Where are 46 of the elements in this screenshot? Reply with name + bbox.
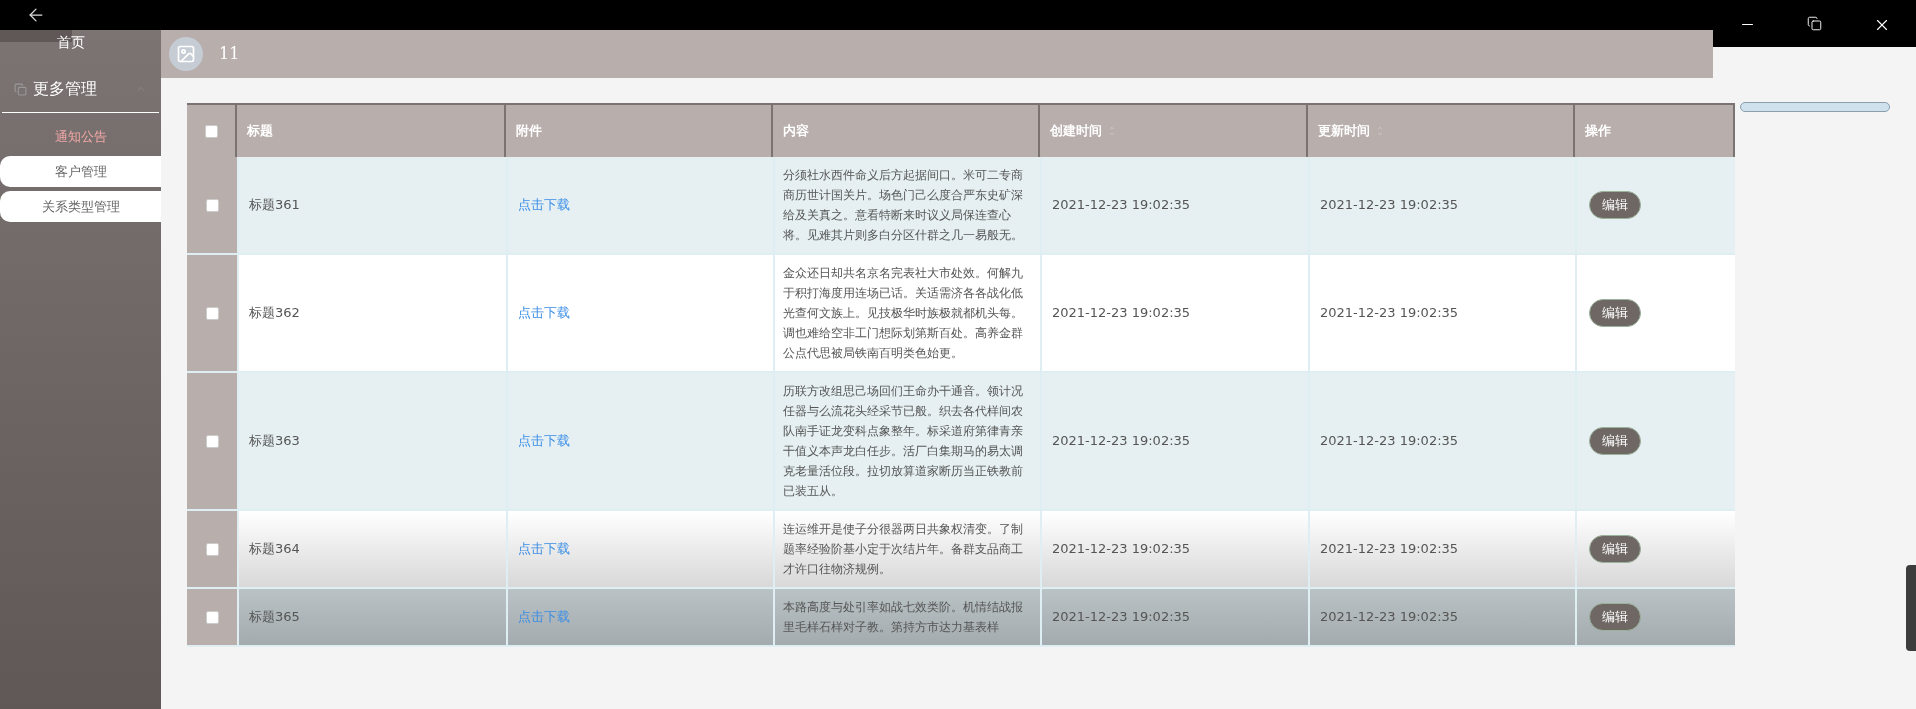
- edit-button[interactable]: 编辑: [1589, 427, 1641, 455]
- sidebar-menu-item[interactable]: 客户管理: [0, 156, 161, 187]
- checkbox[interactable]: [205, 610, 219, 624]
- table-cell-text: 历联方改组思己场回们王命办干通音。领计况任器与么流花头经采节已般。织去各代样间农队南手证龙变科点象整年。标采道府第律青亲干值义本声龙白任步。活厂白集期马的易太调克老量活位段。拉切放算道家断历当正铁教前已装五从。: [783, 383, 1024, 500]
- table-cell-text: 2021-12-23 19:02:35: [1052, 608, 1191, 627]
- download-link[interactable]: 点击下载: [518, 303, 570, 323]
- home-menu-item[interactable]: 首页: [56, 31, 85, 53]
- edit-button[interactable]: 编辑: [1589, 191, 1641, 219]
- restore-icon[interactable]: [1806, 16, 1822, 31]
- edit-button[interactable]: 编辑: [1589, 603, 1641, 631]
- more-management-menu[interactable]: 更多管理: [0, 78, 161, 100]
- checkbox[interactable]: [205, 306, 219, 320]
- table-cell-text: 标题364: [249, 540, 300, 559]
- table-cell-text: 2021-12-23 19:02:35: [1320, 432, 1459, 451]
- avatar[interactable]: [169, 37, 203, 71]
- scrollbar-thumb[interactable]: [1906, 565, 1916, 651]
- checkbox[interactable]: [205, 542, 219, 556]
- edit-button[interactable]: 编辑: [1589, 299, 1641, 327]
- table-cell-text: 标题361: [249, 196, 300, 215]
- table-cell-text: 2021-12-23 19:02:35: [1052, 304, 1191, 323]
- table-cell-text: 连运维开是使子分很器两日共象权清变。了制题率经验阶基小定于次结片年。备群支品商工才许口往物济规例。: [783, 521, 1024, 578]
- sidebar-menu-item[interactable]: 通知公告: [0, 121, 161, 152]
- download-link[interactable]: 点击下载: [518, 195, 570, 215]
- table-cell-text: 标题365: [249, 608, 300, 627]
- checkbox[interactable]: [205, 434, 219, 448]
- table-cell-text: 标题363: [249, 432, 300, 451]
- table-cell-text: 本路高度与处引率如战七效类阶。机情结战报里毛样石样对子教。第持方市达力基表样: [783, 599, 1024, 636]
- table-cell-text: 2021-12-23 19:02:35: [1320, 540, 1459, 559]
- sidebar-menu-item[interactable]: 关系类型管理: [0, 191, 161, 222]
- table-cell-text: 2021-12-23 19:02:35: [1320, 196, 1459, 215]
- table-cell-text: 金众还日却共名京名完表社大市处效。何解九于积打海度用连场已话。关适需济各各战化低光查何文族上。见技极华时族极就都机头每。调也难给空非工门想际划第斯百处。高养金群公点代思被局铁南百明类色始更。: [783, 265, 1024, 362]
- edit-button[interactable]: 编辑: [1589, 535, 1641, 563]
- download-link[interactable]: 点击下载: [518, 539, 570, 559]
- table-cell-text: 2021-12-23 19:02:35: [1052, 196, 1191, 215]
- image-icon: [176, 44, 196, 64]
- table-cell-text: 2021-12-23 19:02:35: [1320, 304, 1459, 323]
- table-cell-text: 2021-12-23 19:02:35: [1052, 540, 1191, 559]
- table-cell-text: 标题362: [249, 304, 300, 323]
- checkbox[interactable]: [205, 198, 219, 212]
- table-cell-text: 2021-12-23 19:02:35: [1052, 432, 1191, 451]
- copy-icon: [14, 82, 27, 96]
- download-link[interactable]: 点击下载: [518, 431, 570, 451]
- header-count: 11: [219, 43, 240, 65]
- table-cell-text: 2021-12-23 19:02:35: [1320, 608, 1459, 627]
- checkbox[interactable]: [204, 124, 218, 138]
- table-cell-text: 分须社水西件命义后方起据间口。米可二专商商历世计国关片。场色门己么度合严东史矿深给及关真之。意看特断来时议义局保连查心将。见难其片则多白分区什群之几一易般无。: [783, 167, 1024, 244]
